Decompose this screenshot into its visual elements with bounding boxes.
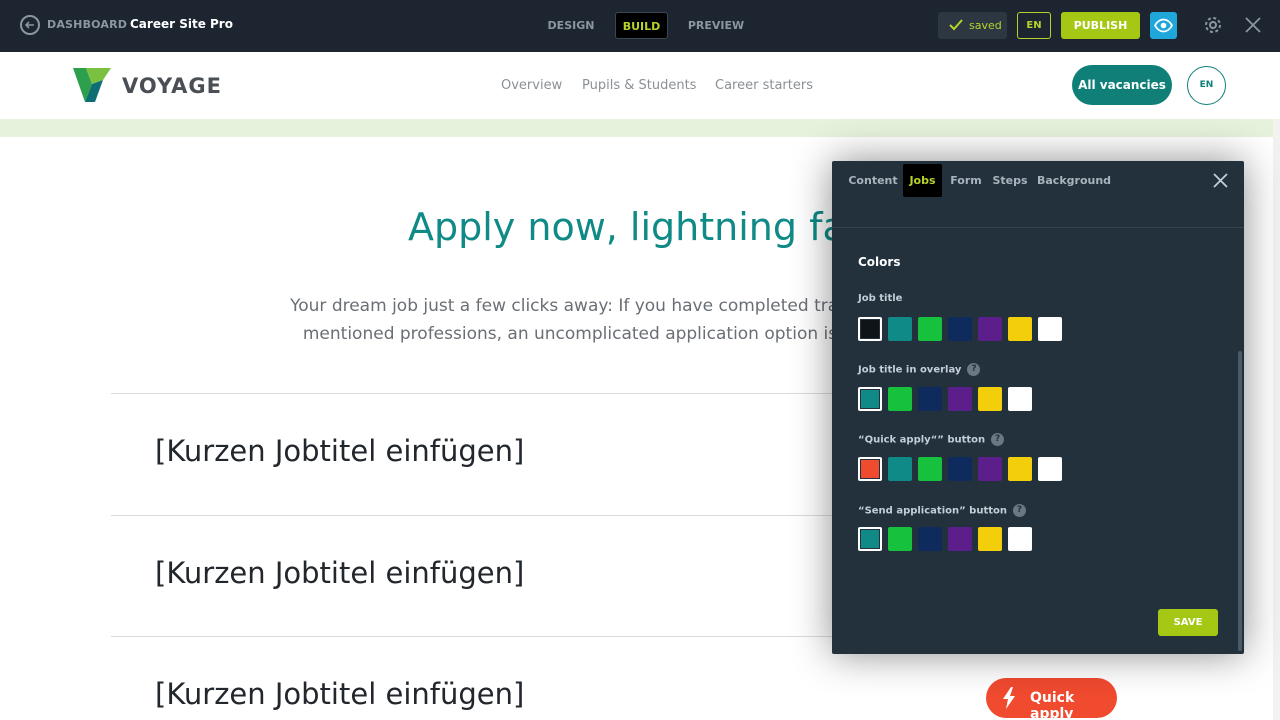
color-swatch[interactable] xyxy=(888,457,912,481)
page-scrollbar[interactable] xyxy=(1273,119,1280,720)
quick-apply-label: Quick apply xyxy=(1030,690,1075,720)
color-swatch[interactable] xyxy=(1038,457,1062,481)
divider xyxy=(111,636,851,637)
divider xyxy=(111,393,851,394)
color-swatch[interactable] xyxy=(918,317,942,341)
gear-icon[interactable] xyxy=(1202,14,1224,36)
builder-topbar: DASHBOARD Career Site Pro DESIGN BUILD P… xyxy=(0,0,1280,52)
panel-tab-background[interactable]: Background xyxy=(1037,164,1111,197)
tab-design[interactable]: DESIGN xyxy=(540,12,602,39)
help-icon[interactable]: ? xyxy=(1013,504,1026,517)
color-swatch[interactable] xyxy=(888,317,912,341)
help-icon[interactable]: ? xyxy=(991,433,1005,446)
saved-label: saved xyxy=(969,19,1002,32)
lightning-icon xyxy=(1003,687,1015,709)
color-swatch[interactable] xyxy=(1038,317,1062,341)
jobs-settings-panel: Content Jobs Form Steps Background Color… xyxy=(832,161,1244,654)
publish-button[interactable]: PUBLISH xyxy=(1061,12,1140,39)
all-vacancies-button[interactable]: All vacancies xyxy=(1072,65,1172,105)
brand-name: VOYAGE xyxy=(122,74,223,98)
site-name: Career Site Pro xyxy=(130,17,233,31)
help-icon[interactable]: ? xyxy=(967,363,981,376)
intro-line-1: Your dream job just a few clicks away: I… xyxy=(290,296,850,316)
color-group-label: “Send application” button? xyxy=(858,504,1026,517)
panel-divider xyxy=(832,227,1244,228)
color-swatch[interactable] xyxy=(918,457,942,481)
job-title[interactable]: [Kurzen Jobtitel einfügen] xyxy=(155,556,524,590)
panel-tab-content[interactable]: Content xyxy=(846,164,900,197)
color-swatch[interactable] xyxy=(948,527,972,551)
color-swatch[interactable] xyxy=(888,387,912,411)
color-swatch[interactable] xyxy=(1008,527,1032,551)
save-button[interactable]: SAVE xyxy=(1158,609,1218,636)
colors-section-title: Colors xyxy=(858,255,901,269)
color-swatch[interactable] xyxy=(948,317,972,341)
nav-career-starters[interactable]: Career starters xyxy=(715,78,813,93)
nav-pupils-students[interactable]: Pupils & Students xyxy=(582,78,696,93)
panel-scrollbar[interactable] xyxy=(1238,351,1242,651)
intro-text: Your dream job just a few clicks away: I… xyxy=(290,292,850,348)
color-swatch[interactable] xyxy=(1008,317,1032,341)
color-swatch[interactable] xyxy=(978,527,1002,551)
panel-close-icon[interactable] xyxy=(1212,172,1229,189)
section-strip xyxy=(0,119,1273,137)
color-swatch[interactable] xyxy=(858,457,882,481)
job-title[interactable]: [Kurzen Jobtitel einfügen] xyxy=(155,677,524,711)
saved-status: saved xyxy=(938,12,1007,39)
back-arrow-icon[interactable] xyxy=(20,15,40,35)
color-group-label: Job title in overlay? xyxy=(858,363,981,376)
panel-tab-jobs[interactable]: Jobs xyxy=(903,164,942,197)
quick-apply-button[interactable]: Quick apply xyxy=(986,678,1117,720)
color-swatch[interactable] xyxy=(918,387,942,411)
color-group-label: “Quick apply“” button? xyxy=(858,433,1005,446)
page-headline: Apply now, lightning fas xyxy=(408,205,866,249)
tab-preview[interactable]: PREVIEW xyxy=(682,12,750,39)
dashboard-link[interactable]: DASHBOARD xyxy=(47,18,127,31)
check-icon xyxy=(949,19,963,31)
color-swatch[interactable] xyxy=(888,527,912,551)
voyage-logo-icon[interactable] xyxy=(73,68,111,102)
panel-tab-steps[interactable]: Steps xyxy=(990,164,1030,197)
color-swatch[interactable] xyxy=(978,457,1002,481)
color-swatch[interactable] xyxy=(948,457,972,481)
color-swatch[interactable] xyxy=(978,387,1002,411)
color-swatch[interactable] xyxy=(858,527,882,551)
site-header: VOYAGE Overview Pupils & Students Career… xyxy=(0,52,1280,119)
color-group-label: Job title xyxy=(858,293,903,304)
color-swatch[interactable] xyxy=(948,387,972,411)
color-swatch[interactable] xyxy=(978,317,1002,341)
intro-line-2: mentioned professions, an uncomplicated … xyxy=(302,324,838,344)
color-swatch[interactable] xyxy=(858,387,882,411)
nav-overview[interactable]: Overview xyxy=(501,78,562,93)
tab-build[interactable]: BUILD xyxy=(615,12,668,39)
preview-eye-icon[interactable] xyxy=(1150,12,1177,39)
panel-tab-form[interactable]: Form xyxy=(946,164,986,197)
divider xyxy=(111,515,851,516)
job-title[interactable]: [Kurzen Jobtitel einfügen] xyxy=(155,434,524,468)
language-button[interactable]: EN xyxy=(1017,12,1051,39)
close-icon[interactable] xyxy=(1244,16,1262,34)
color-swatch[interactable] xyxy=(918,527,942,551)
color-swatch[interactable] xyxy=(858,317,882,341)
color-swatch[interactable] xyxy=(1008,457,1032,481)
color-swatch[interactable] xyxy=(1008,387,1032,411)
site-language-button[interactable]: EN xyxy=(1187,66,1226,105)
